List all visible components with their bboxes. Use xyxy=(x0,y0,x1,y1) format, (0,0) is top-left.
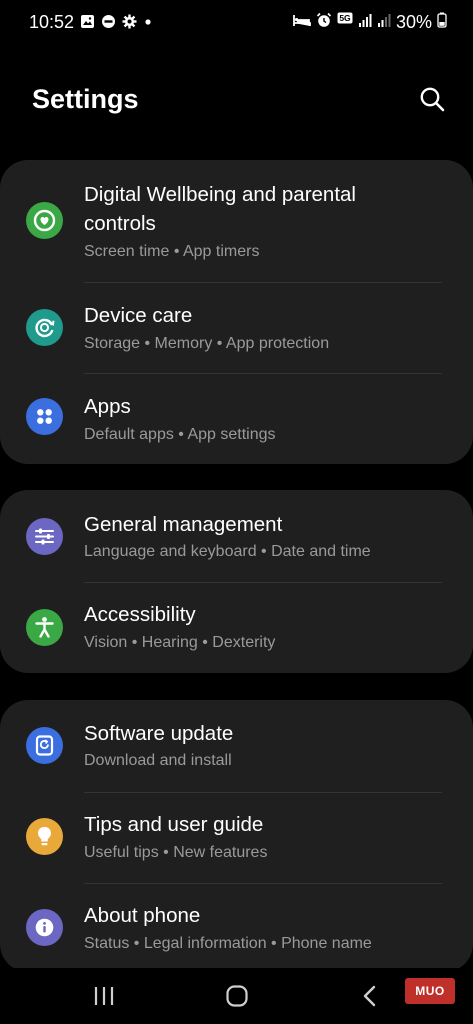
item-title: Device care xyxy=(84,304,193,327)
item-subtitle: Default apps • App settings xyxy=(84,426,276,443)
item-digital-wellbeing[interactable]: Digital Wellbeing and parental controls … xyxy=(0,160,473,282)
status-right-icons: 5G 30% xyxy=(293,12,447,33)
navigation-bar xyxy=(0,968,473,1024)
item-title: General management xyxy=(84,513,283,536)
svg-text:5G: 5G xyxy=(339,13,351,23)
item-subtitle: Language and keyboard • Date and time xyxy=(84,543,371,560)
lightbulb-icon xyxy=(26,818,63,855)
item-subtitle: Screen time • App timers xyxy=(84,243,260,260)
item-apps[interactable]: Apps Default apps • App settings xyxy=(0,373,473,464)
do-not-disturb-icon xyxy=(101,14,116,34)
recents-icon xyxy=(94,987,114,1005)
status-left-icons xyxy=(80,14,153,34)
accessibility-icon xyxy=(26,609,63,646)
device-care-icon xyxy=(26,309,63,346)
item-subtitle: Download and install xyxy=(84,752,232,769)
item-about-phone[interactable]: About phone Status • Legal information •… xyxy=(0,883,473,972)
item-subtitle: Vision • Hearing • Dexterity xyxy=(84,634,276,651)
item-subtitle: Storage • Memory • App protection xyxy=(84,335,330,352)
item-title: About phone xyxy=(84,904,201,927)
item-tips-user-guide[interactable]: Tips and user guide Useful tips • New fe… xyxy=(0,792,473,883)
recents-button[interactable] xyxy=(84,978,124,1014)
item-general-management[interactable]: General management Language and keyboard… xyxy=(0,490,473,582)
item-subtitle: Useful tips • New features xyxy=(84,844,268,861)
watermark-logo: MUO xyxy=(405,978,455,1004)
header: Settings xyxy=(0,70,473,130)
signal-icon xyxy=(358,13,372,33)
digital-wellbeing-icon xyxy=(26,202,63,239)
image-icon xyxy=(80,14,95,34)
search-button[interactable] xyxy=(415,82,449,116)
gear-icon xyxy=(122,14,137,34)
status-time: 10:52 xyxy=(29,12,75,32)
item-title: Software update xyxy=(84,722,234,745)
item-software-update[interactable]: Software update Download and install xyxy=(0,700,473,792)
status-bar: 10:52 5G 30% xyxy=(0,0,473,44)
search-icon xyxy=(420,87,445,112)
page-title: Settings xyxy=(32,84,139,114)
item-accessibility[interactable]: Accessibility Vision • Hearing • Dexteri… xyxy=(0,582,473,673)
5g-icon: 5G xyxy=(337,12,353,33)
item-title: Apps xyxy=(84,395,131,418)
battery-icon xyxy=(437,12,447,33)
icon-bg xyxy=(26,727,63,764)
item-title: Accessibility xyxy=(84,603,196,626)
signal-icon xyxy=(377,13,391,33)
apps-icon xyxy=(26,398,63,435)
item-subtitle: Status • Legal information • Phone name xyxy=(84,935,372,952)
home-icon xyxy=(226,985,248,1007)
back-button[interactable] xyxy=(350,978,390,1014)
settings-group-3: Software update Download and install Tip… xyxy=(0,700,473,972)
dot-icon xyxy=(143,14,153,34)
back-icon xyxy=(363,985,376,1007)
icon-bg xyxy=(26,309,63,346)
software-update-icon xyxy=(26,727,63,764)
icon-bg xyxy=(26,398,63,435)
item-device-care[interactable]: Device care Storage • Memory • App prote… xyxy=(0,282,473,373)
bed-icon xyxy=(293,13,311,32)
home-button[interactable] xyxy=(217,978,257,1014)
settings-group-1: Digital Wellbeing and parental controls … xyxy=(0,160,473,464)
settings-group-2: General management Language and keyboard… xyxy=(0,490,473,673)
general-management-icon xyxy=(26,518,63,555)
item-title: Digital Wellbeing and parental xyxy=(84,183,356,206)
item-title: Tips and user guide xyxy=(84,813,264,836)
item-title-line2: controls xyxy=(84,212,156,235)
info-icon xyxy=(26,909,63,946)
alarm-icon xyxy=(316,12,332,33)
battery-percent: 30% xyxy=(395,12,432,32)
